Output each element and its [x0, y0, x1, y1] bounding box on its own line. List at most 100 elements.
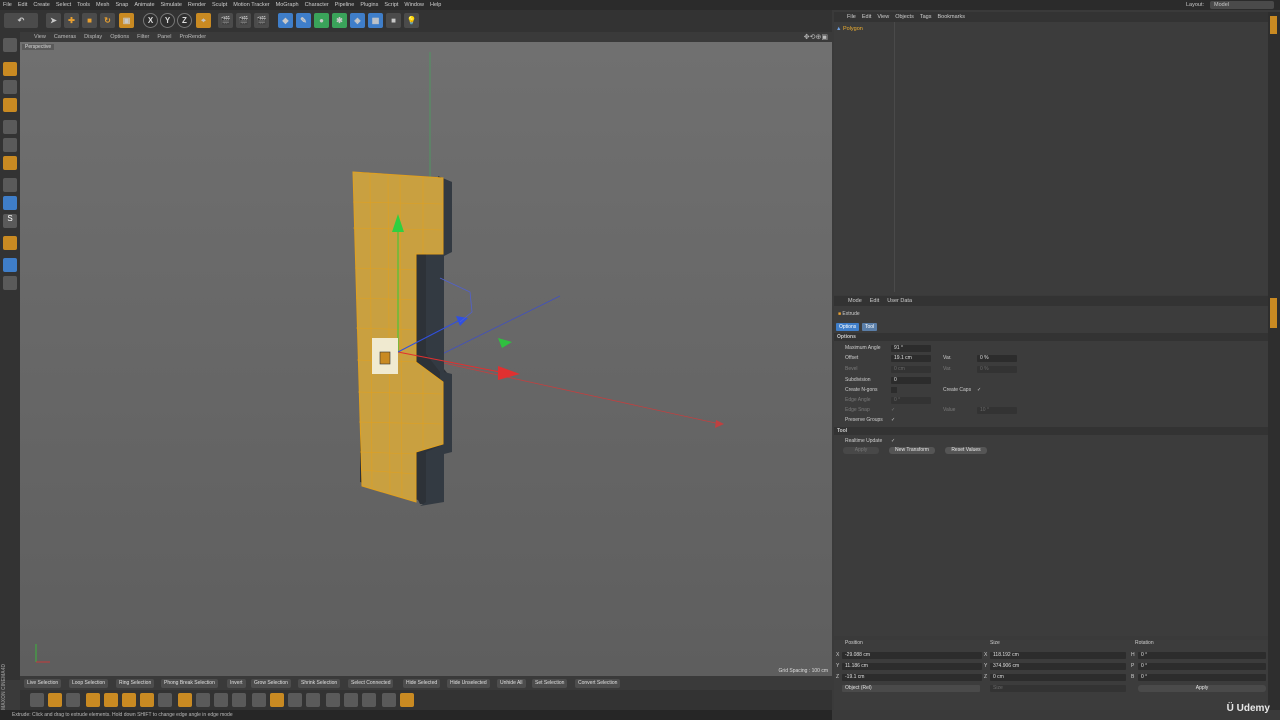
tab-takes-vertical[interactable]	[1270, 38, 1277, 62]
snap-button[interactable]: S	[3, 214, 17, 228]
viewport[interactable]: Perspective Grid Spacing: 100 cm	[20, 42, 832, 676]
extrude-tool-button[interactable]	[86, 693, 100, 707]
pos-x-field[interactable]: -29.088 cm	[842, 652, 982, 659]
convert-selection-button[interactable]: Convert Selection	[575, 679, 621, 688]
grow-selection-button[interactable]: Grow Selection	[251, 679, 291, 688]
tweak-mode-button[interactable]	[3, 196, 17, 210]
menu-edit[interactable]: Edit	[15, 0, 30, 10]
rot-p-field[interactable]: 0 °	[1138, 663, 1266, 670]
realtime-update-checkbox[interactable]: ✓	[891, 437, 895, 445]
menu-plugins[interactable]: Plugins	[357, 0, 381, 10]
vp-menu-filter[interactable]: Filter	[133, 32, 153, 42]
add-cube-button[interactable]: ◆	[278, 13, 293, 28]
pos-z-field[interactable]: -19.1 cm	[842, 674, 982, 681]
phong-break-selection-button[interactable]: Phong Break Selection	[161, 679, 218, 688]
menu-window[interactable]: Window	[401, 0, 427, 10]
tab-options[interactable]: Options	[836, 323, 860, 331]
add-subdivision-button[interactable]: ●	[314, 13, 329, 28]
am-menu-user-data[interactable]: User Data	[883, 296, 916, 306]
locked-workplane-button[interactable]	[3, 258, 17, 272]
pos-y-field[interactable]: 11.186 cm	[842, 663, 982, 670]
coordinate-mode-dropdown[interactable]: Object (Rel)	[842, 685, 980, 692]
texture-mode-button[interactable]	[3, 80, 17, 94]
new-transform-button[interactable]: New Transform	[889, 447, 935, 454]
add-pen-button[interactable]: ✎	[296, 13, 311, 28]
create-caps-checkbox[interactable]: ✓	[977, 386, 981, 394]
menu-pipeline[interactable]: Pipeline	[332, 0, 358, 10]
viewport-nav-icons[interactable]: ✥⟲⊕▣	[804, 33, 828, 41]
add-camera-button[interactable]: ■	[386, 13, 401, 28]
am-menu-edit[interactable]: Edit	[866, 296, 883, 306]
workplane-mode-button[interactable]	[3, 98, 17, 112]
apply-button[interactable]: Apply	[843, 447, 879, 454]
offset-field[interactable]: 19.1 cm	[891, 355, 931, 362]
reset-values-button[interactable]: Reset Values	[945, 447, 987, 454]
z-axis-button[interactable]: Z	[177, 13, 192, 28]
menu-render[interactable]: Render	[185, 0, 209, 10]
axis-mode-button[interactable]	[3, 178, 17, 192]
menu-select[interactable]: Select	[53, 0, 74, 10]
menu-create[interactable]: Create	[30, 0, 53, 10]
tab-attributes-vertical[interactable]	[1270, 298, 1277, 328]
om-menu-tags[interactable]: Tags	[917, 12, 935, 22]
object-row-polygon[interactable]: ▲ Polygon	[836, 24, 896, 34]
bevel-tool-button[interactable]	[48, 693, 62, 707]
edge-snap-checkbox[interactable]: ✓	[891, 406, 895, 414]
spin-edge-button[interactable]	[362, 693, 376, 707]
undo-button[interactable]: ↶	[4, 13, 38, 28]
max-angle-field[interactable]: 91 °	[891, 345, 931, 352]
vp-menu-cameras[interactable]: Cameras	[50, 32, 80, 42]
matrix-extrude-button[interactable]	[122, 693, 136, 707]
menu-mesh[interactable]: Mesh	[93, 0, 112, 10]
scene-canvas[interactable]	[20, 42, 832, 676]
menu-tools[interactable]: Tools	[74, 0, 93, 10]
normal-move-button[interactable]	[158, 693, 172, 707]
unhide-all-button[interactable]: Unhide All	[497, 679, 526, 688]
slide-tool-button[interactable]	[306, 693, 320, 707]
om-menu-view[interactable]: View	[874, 12, 892, 22]
render-picture-button[interactable]: 🎬	[236, 13, 251, 28]
om-menu-edit[interactable]: Edit	[859, 12, 874, 22]
live-selection-button[interactable]: Live Selection	[24, 679, 62, 688]
ring-selection-button[interactable]: Ring Selection	[116, 679, 155, 688]
loop-selection-button[interactable]: Loop Selection	[69, 679, 109, 688]
size-z-field[interactable]: 0 cm	[990, 674, 1126, 681]
extrude-inner-button[interactable]	[104, 693, 118, 707]
render-view-button[interactable]: 🎬	[218, 13, 233, 28]
size-x-field[interactable]: 118.192 cm	[990, 652, 1126, 659]
add-light-button[interactable]: 💡	[404, 13, 419, 28]
set-selection-button[interactable]: Set Selection	[532, 679, 568, 688]
bridge-tool-button[interactable]	[66, 693, 80, 707]
brush-tool-button[interactable]	[178, 693, 192, 707]
menu-script[interactable]: Script	[381, 0, 401, 10]
rotate-button[interactable]: ↻	[100, 13, 115, 28]
scale-button[interactable]: ■	[82, 13, 97, 28]
tab-structure-vertical[interactable]	[1270, 112, 1277, 142]
preserve-groups-checkbox[interactable]: ✓	[891, 416, 895, 424]
polygons-mode-button[interactable]	[3, 156, 17, 170]
menu-animate[interactable]: Animate	[131, 0, 157, 10]
edges-mode-button[interactable]	[3, 138, 17, 152]
size-y-field[interactable]: 374.906 cm	[990, 663, 1126, 670]
menu-mograph[interactable]: MoGraph	[273, 0, 302, 10]
tab-content-browser-vertical[interactable]	[1270, 66, 1277, 110]
bevel-field[interactable]: 0 cm	[891, 366, 931, 373]
create-ngons-checkbox[interactable]	[891, 387, 897, 393]
move-tool-button[interactable]: ➤	[46, 13, 61, 28]
tab-objects-vertical[interactable]	[1270, 16, 1277, 34]
hide-selected-button[interactable]: Hide Selected	[403, 679, 441, 688]
subdivision-field[interactable]: 0	[891, 377, 931, 384]
vp-menu-options[interactable]: Options	[106, 32, 133, 42]
iron-tool-button[interactable]	[232, 693, 246, 707]
y-axis-button[interactable]: Y	[160, 13, 175, 28]
hide-unselected-button[interactable]: Hide Unselected	[447, 679, 490, 688]
om-menu-objects[interactable]: Objects	[892, 12, 917, 22]
size-mode-dropdown[interactable]: Size	[990, 685, 1126, 692]
triangulate-button[interactable]	[400, 693, 414, 707]
make-editable-button[interactable]	[3, 38, 17, 52]
weld-tool-button[interactable]	[252, 693, 266, 707]
coordinate-system-button[interactable]: ⌖	[196, 13, 211, 28]
am-menu-mode[interactable]: Mode	[844, 296, 866, 306]
move-button[interactable]: ✚	[64, 13, 79, 28]
polygon-pen-button[interactable]	[288, 693, 302, 707]
